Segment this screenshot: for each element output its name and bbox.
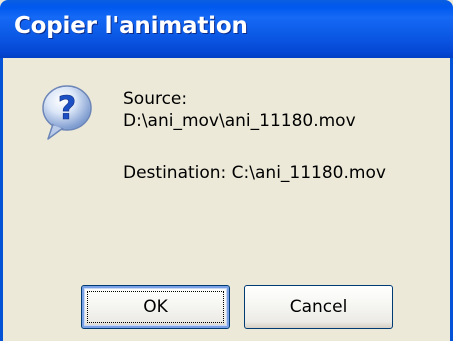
ok-button-label: OK [143, 297, 168, 317]
destination-line: Destination: C:\ani_11180.mov [123, 163, 386, 183]
question-icon: ? [42, 85, 92, 140]
dialog-title: Copier l'animation [14, 13, 248, 39]
source-label: Source: [123, 89, 188, 109]
ok-button[interactable]: OK [81, 285, 230, 329]
cancel-button[interactable]: Cancel [244, 285, 393, 329]
question-mark-glyph: ? [58, 89, 77, 127]
cancel-button-label: Cancel [289, 297, 348, 317]
source-path: D:\ani_mov\ani_11180.mov [123, 111, 356, 131]
copy-animation-dialog: Copier l'animation ? Source: D:\ani_mov\… [0, 0, 453, 341]
title-bar[interactable]: Copier l'animation [0, 0, 453, 58]
